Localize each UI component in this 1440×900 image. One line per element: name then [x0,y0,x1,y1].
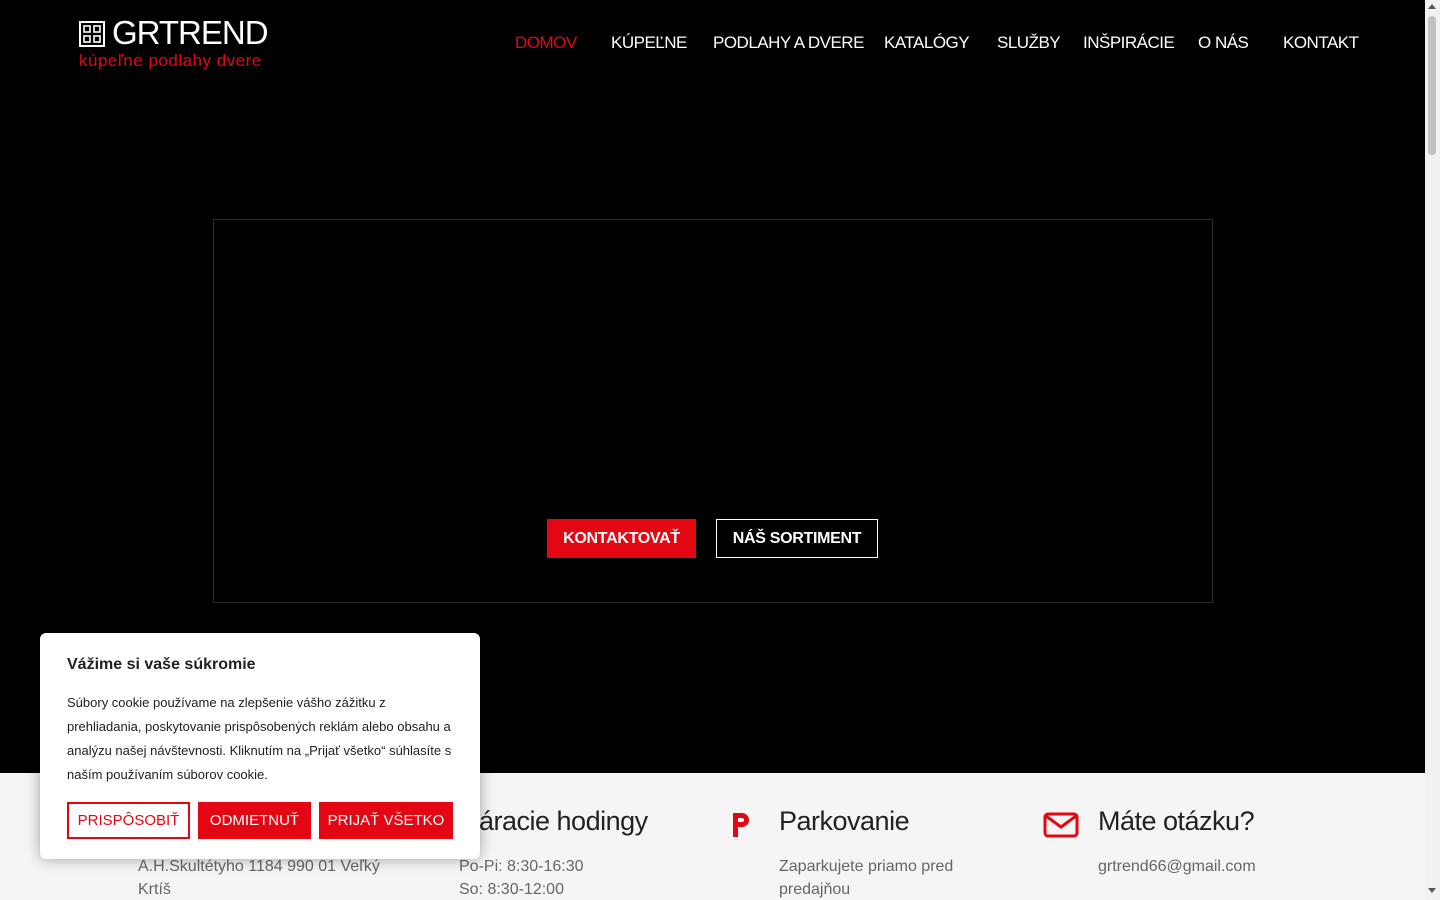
main-nav: DOMOV KÚPEĽNE PODLAHY A DVERE KATALÓGY S… [0,33,1425,57]
nav-item-kupelne[interactable]: KÚPEĽNE [611,33,687,53]
nav-item-inspiracie[interactable]: INŠPIRÁCIE [1083,33,1175,53]
nav-item-katalogy[interactable]: KATALÓGY [884,33,970,53]
hero-frame [213,219,1213,603]
cookie-accept-button[interactable]: PRIJAŤ VŠETKO [319,802,453,839]
cookie-reject-button[interactable]: ODMIETNUŤ [198,802,311,839]
scrollbar-thumb[interactable] [1428,16,1436,155]
contact-button[interactable]: KONTAKTOVAŤ [547,519,696,558]
scroll-down-arrow-icon[interactable] [1428,888,1436,893]
cookie-customize-button[interactable]: PRISPÔSOBIŤ [67,802,190,839]
parking-text: Zaparkujete priamo pred predajňou [779,858,954,898]
envelope-icon [1043,812,1079,838]
hours-text: Po-Pi: 8:30-16:30 So: 8:30-12:00 [459,855,659,900]
parking-icon [733,813,749,837]
hours-line: Po-Pi: 8:30-16:30 [459,858,584,875]
nav-item-domov[interactable]: DOMOV [515,33,577,53]
cookie-title: Vážime si vaše súkromie [67,656,256,673]
address-text: A.H.Skultétyho 1184 990 01 Veľký Krtíš [138,858,380,898]
question-email[interactable]: grtrend66@gmail.com [1098,855,1318,878]
nav-item-sluzby[interactable]: SLUŽBY [997,33,1061,53]
assortment-button[interactable]: NÁŠ SORTIMENT [716,519,878,558]
nav-item-o-nas[interactable]: O NÁS [1198,33,1249,53]
vertical-scrollbar[interactable] [1425,0,1440,900]
scroll-up-arrow-icon[interactable] [1428,4,1436,9]
hours-title: tváracie hodingy [459,806,648,836]
cookie-consent-banner: Vážime si vaše súkromie Súbory cookie po… [40,633,480,859]
question-title: Máte otázku? [1098,806,1255,836]
hours-line: So: 8:30-12:00 [459,881,564,898]
nav-item-podlahy-a-dvere[interactable]: PODLAHY A DVERE [713,33,864,53]
nav-item-kontakt[interactable]: KONTAKT [1283,33,1359,53]
parking-title: Parkovanie [779,806,910,836]
cookie-text: Súbory cookie používame na zlepšenie váš… [67,695,452,782]
